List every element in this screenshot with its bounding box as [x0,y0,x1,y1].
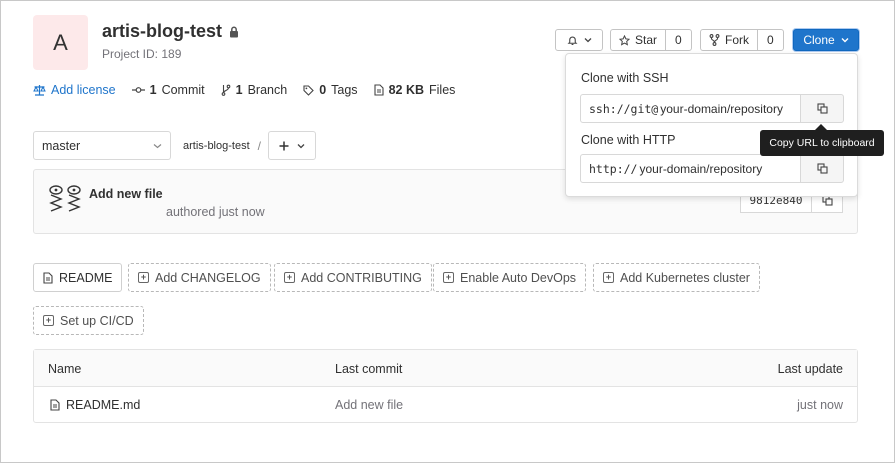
files-size: 82 KB [388,83,424,97]
add-changelog-label: Add CHANGELOG [155,270,261,285]
star-count[interactable]: 0 [665,30,691,50]
setup-cicd-button[interactable]: + Set up CI/CD [33,306,144,335]
plus-icon [279,141,289,151]
copy-icon [816,163,828,174]
add-to-tree-button[interactable] [268,131,316,160]
fork-count[interactable]: 0 [757,30,783,50]
project-title: artis-blog-test [102,21,239,42]
tags-label: Tags [331,83,358,97]
tags-link[interactable]: 0 Tags [303,83,358,97]
copy-icon [816,103,828,114]
table-row[interactable]: README.md [50,398,140,412]
file-icon [374,84,384,96]
branches-link[interactable]: 1 Branch [221,83,288,97]
readme-button[interactable]: README [33,263,123,292]
scale-icon [33,84,46,96]
plus-square-icon: + [43,315,54,326]
chevron-down-icon [841,37,849,43]
http-url-prefix: http:// [589,161,638,176]
breadcrumb-separator: / [257,139,261,153]
column-header-name: Name [48,362,82,376]
file-icon [50,399,60,411]
clone-label: Clone [803,33,835,47]
files-label: Files [429,83,456,97]
copy-ssh-url-button[interactable] [800,94,844,123]
commits-count: 1 [149,83,157,97]
breadcrumb: artis-blog-test / [183,139,261,153]
chevron-down-icon [584,37,592,43]
file-table: Name Last commit Last update README.md A… [33,349,858,423]
clone-button[interactable]: Clone [793,29,859,51]
branches-label: Branch [247,83,288,97]
enable-auto-devops-label: Enable Auto DevOps [460,270,577,285]
chevron-down-icon [153,143,162,149]
add-contributing-button[interactable]: + Add CONTRIBUTING [274,263,432,292]
star-label: Star [635,33,658,47]
bell-icon [567,35,578,46]
branches-count: 1 [235,83,243,97]
enable-auto-devops-button[interactable]: + Enable Auto DevOps [433,263,587,292]
plus-square-icon: + [284,272,295,283]
commit-icon [131,85,145,95]
ssh-url-host: your-domain/repository [660,101,783,116]
branch-select[interactable]: master [33,131,171,160]
file-name[interactable]: README.md [66,398,140,412]
column-header-last-commit: Last commit [335,362,403,376]
branch-select-value: master [42,138,81,153]
commit-title[interactable]: Add new file [89,187,163,201]
star-button[interactable]: Star 0 [610,29,692,51]
plus-square-icon: + [603,272,614,283]
add-kubernetes-cluster-label: Add Kubernetes cluster [620,270,750,285]
readme-label: README [59,270,113,285]
commits-label: Commit [161,83,205,97]
file-last-update: just now [797,398,843,412]
clone-ssh-label: Clone with SSH [581,71,669,85]
ssh-url-field[interactable]: ssh://git@ your-domain/repository [580,94,801,123]
chevron-down-icon [297,143,305,149]
commit-meta: authored just now [166,205,265,219]
http-url-host: your-domain/repository [639,161,763,176]
project-id: Project ID: 189 [102,47,182,61]
clone-http-label: Clone with HTTP [581,133,676,147]
add-license-link[interactable]: Add license [33,83,116,97]
fork-icon [709,34,720,46]
fork-label: Fork [725,33,749,47]
plus-square-icon: + [443,272,454,283]
file-icon [43,271,53,284]
commit-author-avatar [47,184,83,214]
copy-url-tooltip: Copy URL to clipboard [760,130,884,156]
setup-cicd-label: Set up CI/CD [60,313,134,328]
column-header-last-update: Last update [777,362,843,376]
project-stats: Add license 1 Commit 1 Branch 0 Tags 82 … [33,83,455,97]
breadcrumb-project[interactable]: artis-blog-test [183,140,250,152]
branch-icon [221,84,231,96]
copy-http-url-button[interactable] [800,154,844,183]
tags-count: 0 [319,83,327,97]
tag-icon [303,84,314,96]
plus-square-icon: + [138,272,149,283]
project-name[interactable]: artis-blog-test [102,21,222,42]
star-icon [619,34,630,46]
ssh-url-prefix: ssh://git@ [589,101,659,116]
project-avatar: A [33,15,88,70]
lock-icon [229,26,239,38]
table-header [34,350,857,387]
add-kubernetes-cluster-button[interactable]: + Add Kubernetes cluster [593,263,760,292]
notification-button[interactable] [555,29,603,51]
http-url-field[interactable]: http:// your-domain/repository [580,154,801,183]
file-last-commit[interactable]: Add new file [335,398,403,412]
add-changelog-button[interactable]: + Add CHANGELOG [128,263,271,292]
add-license-label: Add license [51,83,116,97]
add-contributing-label: Add CONTRIBUTING [301,270,422,285]
avatar-letter: A [53,29,68,55]
files-link[interactable]: 82 KB Files [374,83,456,97]
fork-button[interactable]: Fork 0 [700,29,784,51]
commits-link[interactable]: 1 Commit [131,83,205,97]
